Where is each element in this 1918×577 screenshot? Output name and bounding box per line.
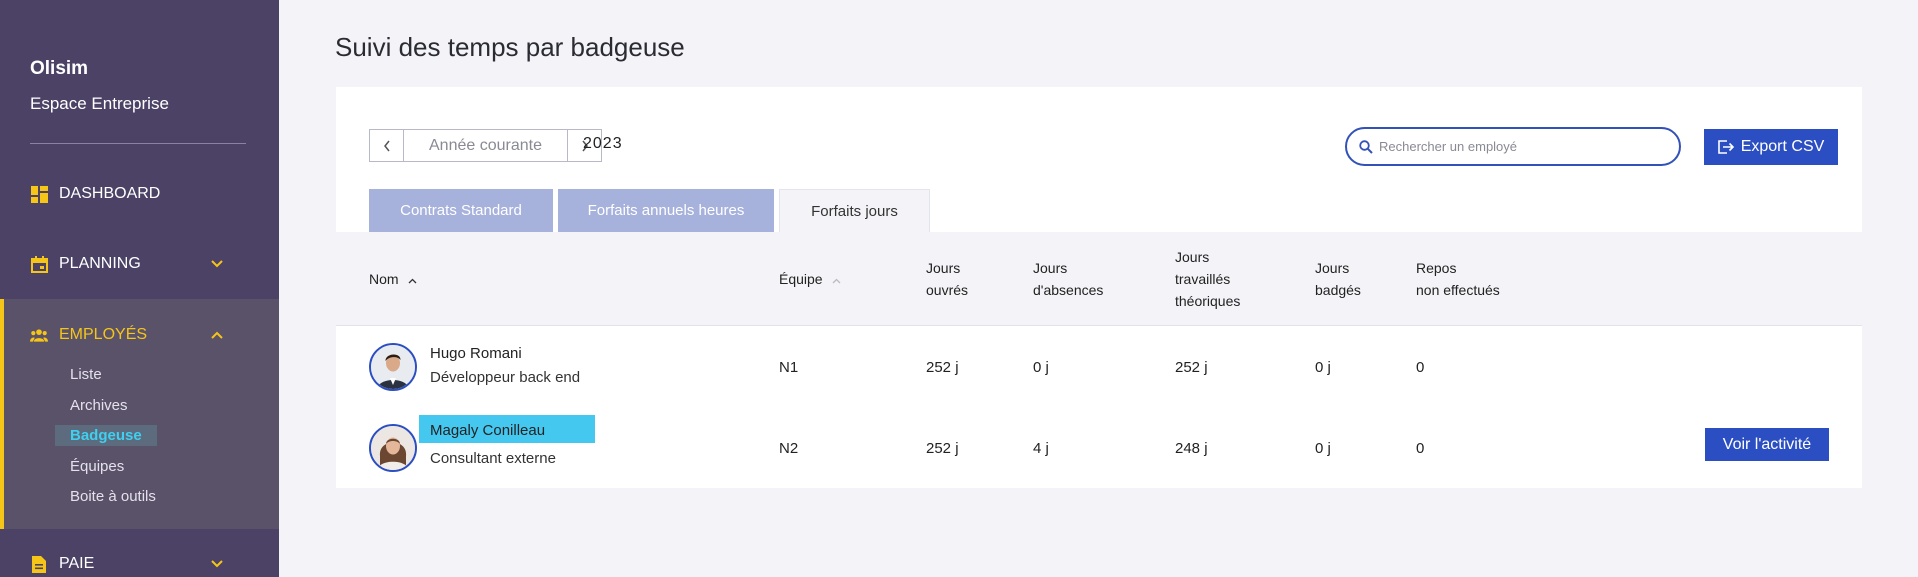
subnav-item-boite-a-outils[interactable]: Boite à outils [70,488,156,505]
sort-icon [833,278,841,284]
header-line: d'absences [1033,282,1104,298]
employee-name[interactable]: Magaly Conilleau [419,415,595,443]
table-row: Magaly Conilleau Consultant externe N2 2… [336,408,1862,488]
search-input[interactable] [1379,139,1659,154]
sidebar: Olisim Espace Entreprise DASHBOARD PLANN… [0,0,279,577]
current-year: 2023 [583,135,623,152]
cell-team: N2 [779,440,799,457]
header-line: non effectués [1416,282,1500,298]
cell-jours-ouvres: 252 j [926,359,959,376]
column-header-nom-label: Nom [369,271,399,287]
tab-forfaits-jours[interactable]: Forfaits jours [779,189,930,232]
cell-jours-absences: 4 j [1033,440,1049,457]
avatar [369,424,417,472]
export-csv-label: Export CSV [1740,138,1825,155]
employee-role: Consultant externe [430,450,556,467]
chevron-down-icon [208,255,226,273]
subnav-item-equipes[interactable]: Équipes [70,458,124,475]
table-row: Hugo Romani Développeur back end N1 252 … [336,327,1862,407]
tab-forfaits-annuels-heures[interactable]: Forfaits annuels heures [558,189,774,232]
people-icon [30,326,48,344]
nav-label-employes: EMPLOYÉS [59,326,148,343]
column-header-repos: Repos non effectués [1416,257,1500,301]
tab-contrats-standard[interactable]: Contrats Standard [369,189,553,232]
nav-label-paie: PAIE [59,555,95,572]
page-title: Suivi des temps par badgeuse [335,32,685,62]
nav-item-planning[interactable]: PLANNING [0,246,279,282]
content-card: Année courante 2023 Export CSV Contrats … [336,87,1862,488]
sidebar-divider [30,143,246,144]
calendar-icon [30,255,48,273]
header-line: Jours [1315,260,1350,276]
cell-jours-badges: 0 j [1315,440,1331,457]
brand-subtitle: Espace Entreprise [30,94,169,113]
column-header-jours-ouvres: Jours ouvrés [926,257,968,301]
header-line: théoriques [1175,293,1241,309]
cell-repos: 0 [1416,359,1425,376]
avatar [369,343,417,391]
subnav-item-archives[interactable]: Archives [70,397,128,414]
export-icon [1717,140,1734,154]
nav-label-dashboard: DASHBOARD [59,185,161,202]
chevron-down-icon [208,555,226,573]
employee-role: Développeur back end [430,369,581,386]
column-header-equipe-label: Équipe [779,271,823,287]
cell-team: N1 [779,359,799,376]
cell-jours-theoriques: 248 j [1175,440,1208,457]
previous-period-button[interactable] [370,130,403,161]
document-icon [30,555,48,573]
cell-repos: 0 [1416,440,1425,457]
nav-item-dashboard[interactable]: DASHBOARD [0,176,279,212]
column-header-jours-badges: Jours badgés [1315,257,1361,301]
column-header-jours-theoriques: Jours travaillés théoriques [1175,246,1240,312]
cell-jours-badges: 0 j [1315,359,1331,376]
subnav-item-badgeuse[interactable]: Badgeuse [55,425,157,446]
header-line: Jours [1175,249,1210,265]
column-header-equipe[interactable]: Équipe [779,268,841,290]
cell-jours-theoriques: 252 j [1175,359,1208,376]
brand-name: Olisim [30,58,89,79]
export-csv-button[interactable]: Export CSV [1704,129,1838,165]
column-header-jours-absences: Jours d'absences [1033,257,1103,301]
cell-jours-absences: 0 j [1033,359,1049,376]
employee-search[interactable] [1345,127,1681,166]
period-selector[interactable]: Année courante [403,130,568,161]
header-line: Jours [1033,260,1068,276]
column-header-nom[interactable]: Nom [369,268,417,290]
period-navigator: Année courante [369,129,602,162]
header-line: travaillés [1175,271,1231,287]
search-icon [1359,139,1373,154]
chevron-up-icon [208,326,226,344]
header-line: ouvrés [926,282,969,298]
subnav-item-liste[interactable]: Liste [70,366,102,383]
sort-ascending-icon [408,278,417,284]
nav-item-employes[interactable]: EMPLOYÉS [0,317,279,353]
chevron-left-icon [383,140,390,151]
employee-name[interactable]: Hugo Romani [430,345,522,362]
header-line: Jours [926,260,961,276]
header-line: badgés [1315,282,1361,298]
dashboard-icon [30,185,48,203]
table-header: Nom Équipe Jours ouvrés Jours d'absences… [336,232,1862,326]
header-line: Repos [1416,260,1457,276]
nav-item-paie[interactable]: PAIE [0,546,279,577]
view-activity-button[interactable]: Voir l'activité [1705,428,1829,461]
cell-jours-ouvres: 252 j [926,440,959,457]
nav-label-planning: PLANNING [59,255,141,272]
